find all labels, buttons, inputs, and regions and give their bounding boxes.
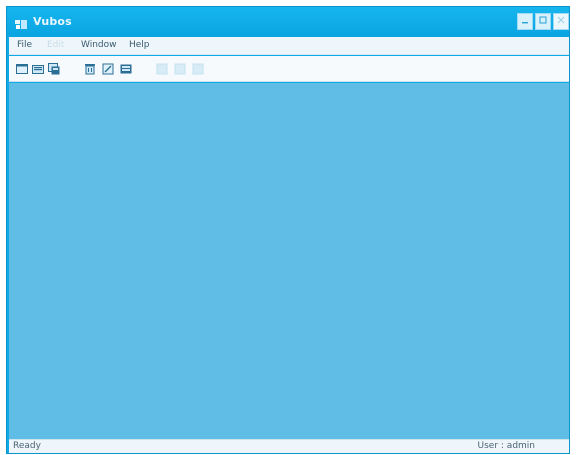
maximize-button[interactable]	[535, 13, 551, 30]
menu-file[interactable]: File	[17, 40, 32, 50]
menu-bar: File Edit Window Help	[9, 37, 569, 55]
maximize-icon	[539, 16, 547, 27]
save-icon[interactable]	[47, 62, 61, 76]
minimize-button[interactable]	[517, 13, 533, 30]
window-title: Vubos	[33, 15, 72, 28]
edit-icon[interactable]	[101, 62, 115, 76]
menu-edit[interactable]: Edit	[47, 40, 64, 50]
close-button[interactable]	[553, 13, 569, 30]
toolbar	[9, 56, 569, 82]
status-user: User : admin	[477, 441, 535, 451]
status-bar: Ready User : admin	[9, 439, 569, 453]
app-icon	[15, 16, 28, 29]
workspace-area[interactable]	[9, 83, 569, 439]
new-icon[interactable]	[15, 62, 29, 76]
title-bar[interactable]: Vubos	[7, 7, 569, 37]
menu-help[interactable]: Help	[129, 40, 150, 50]
close-icon	[557, 16, 565, 27]
menu-window[interactable]: Window	[81, 40, 117, 50]
minimize-icon	[521, 16, 529, 27]
print-icon[interactable]	[119, 62, 133, 76]
delete-icon[interactable]	[83, 62, 97, 76]
open-icon[interactable]	[31, 62, 45, 76]
cut-icon[interactable]	[155, 62, 169, 76]
app-window: Vubos File Edit Window Help Ready User:…	[6, 6, 570, 454]
status-text: Ready	[13, 441, 41, 451]
copy-icon[interactable]	[173, 62, 187, 76]
paste-icon[interactable]	[191, 62, 205, 76]
